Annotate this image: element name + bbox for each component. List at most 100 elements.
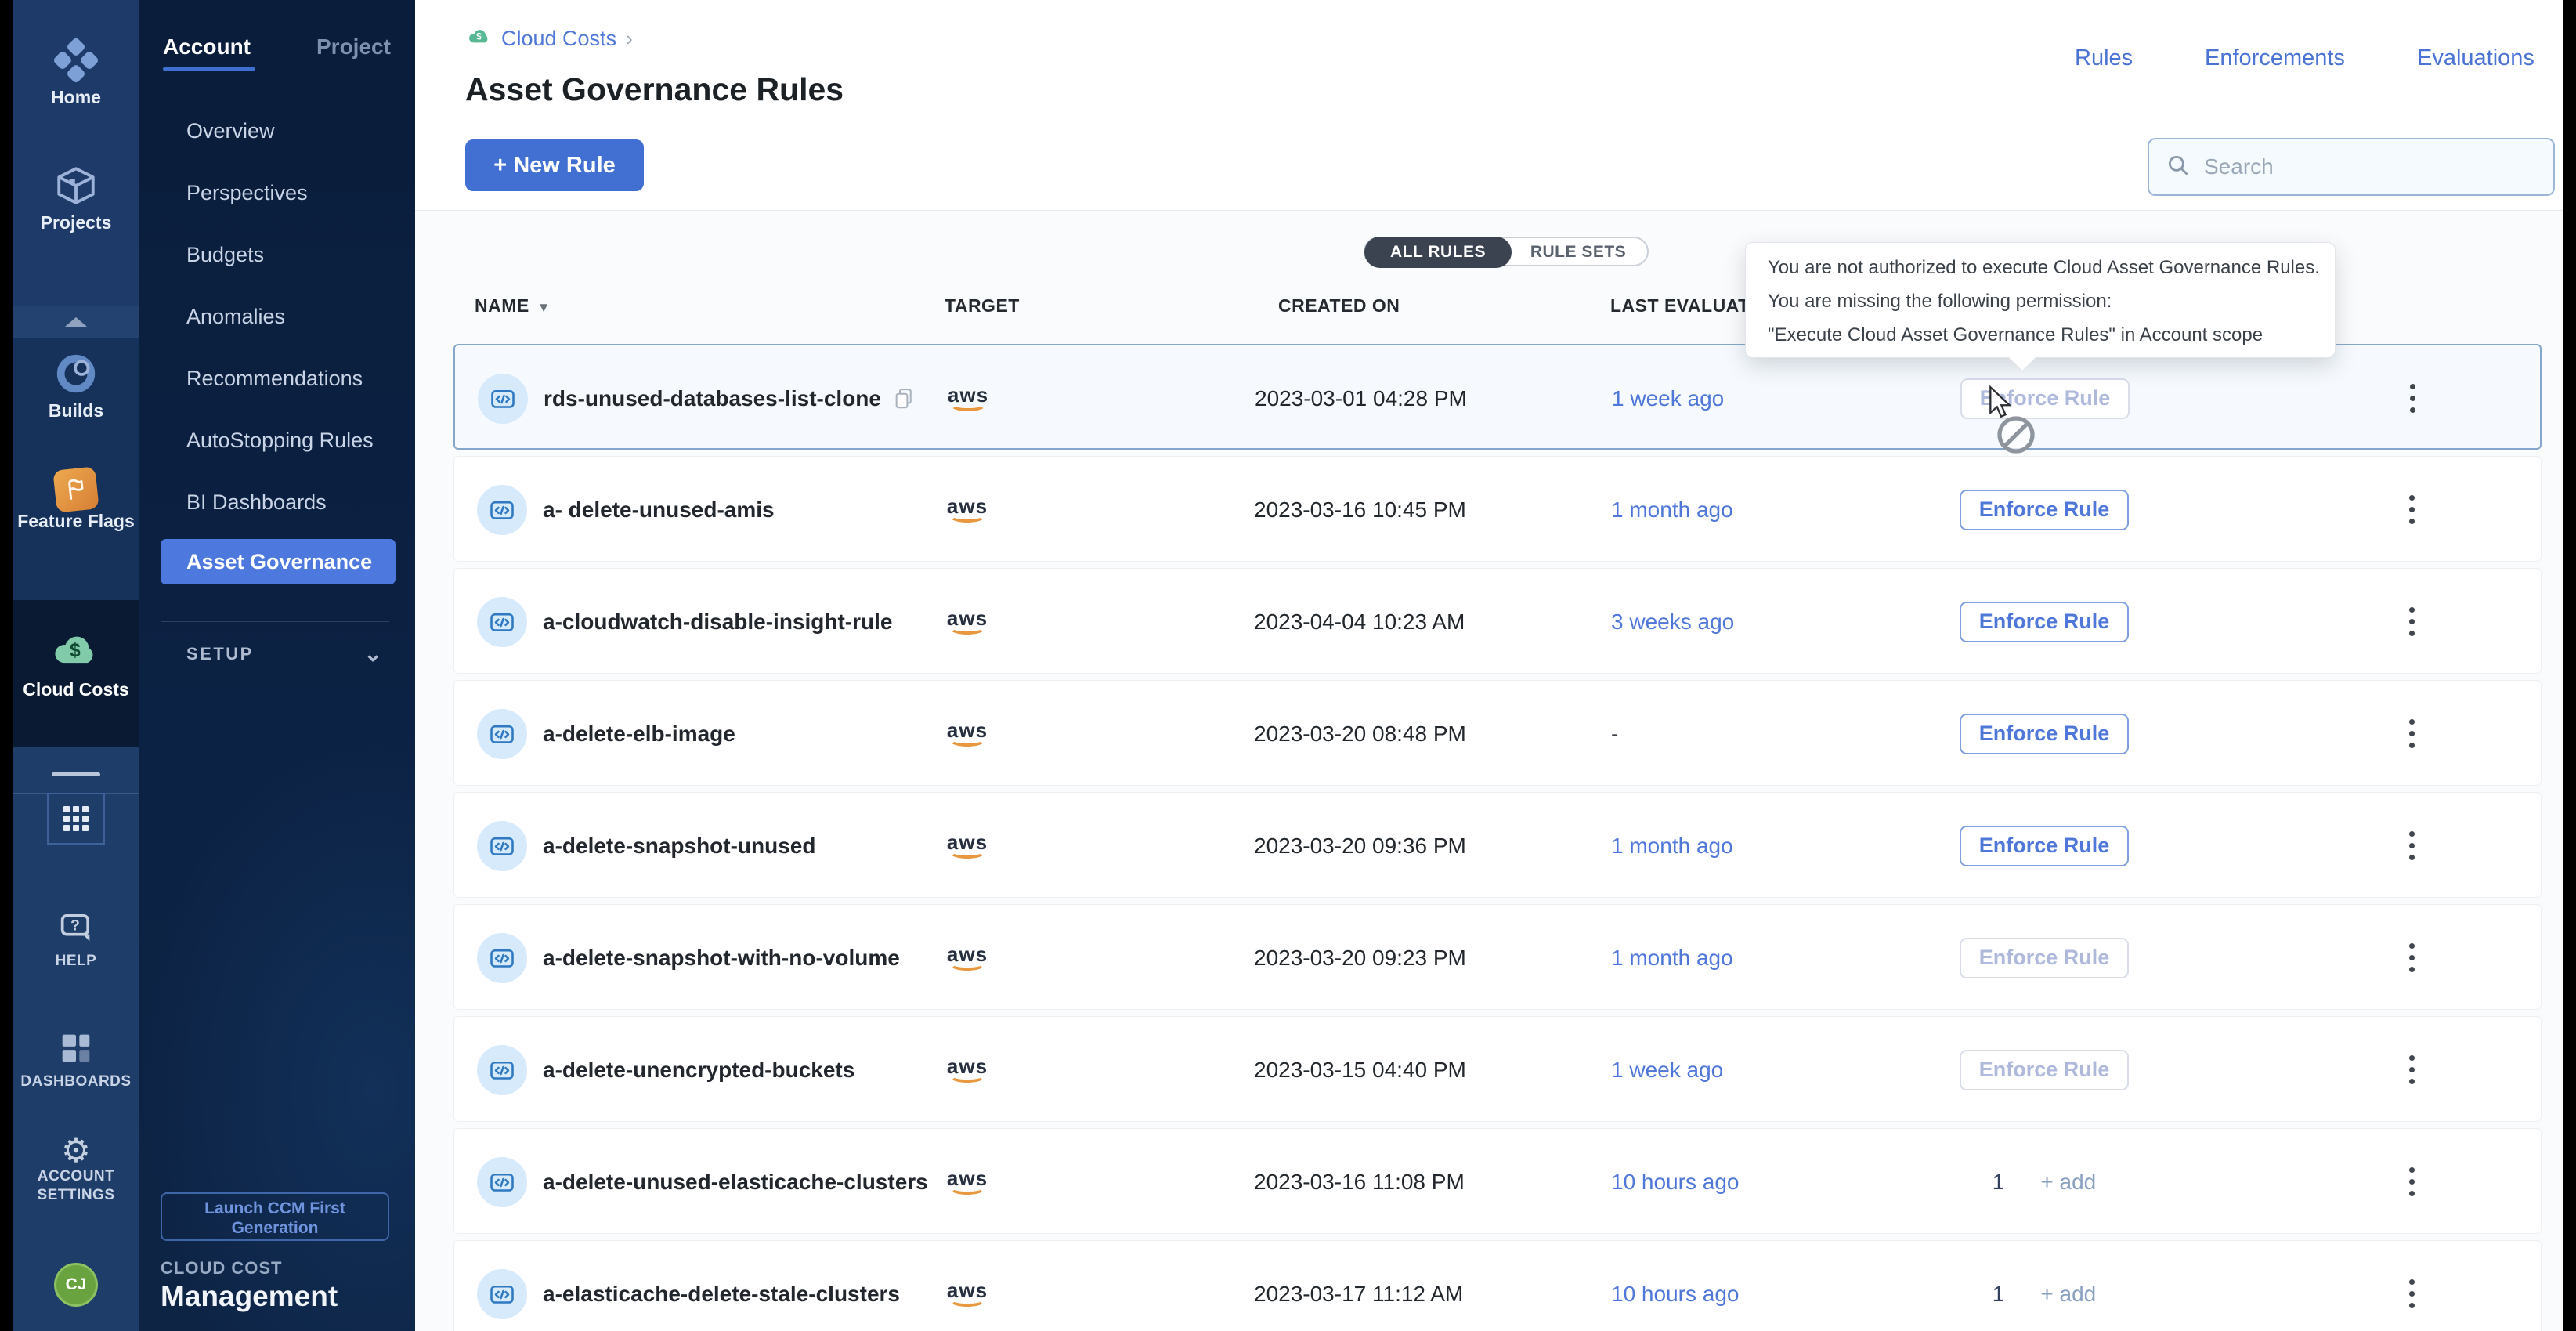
sidebar-item-help[interactable]: ? HELP <box>13 907 139 971</box>
rules-list: rds-unused-databases-list-clone aws 2023… <box>453 344 2542 1331</box>
setup-section-toggle[interactable]: SETUP ⌄ <box>186 644 393 664</box>
rules-view-toggle[interactable]: ALL RULES RULE SETS <box>1364 237 1649 266</box>
rule-name[interactable]: a-delete-elb-image <box>543 722 735 747</box>
governance-rule-icon <box>477 597 527 647</box>
row-menu-kebab[interactable] <box>2396 681 2427 787</box>
rule-icon-cell <box>477 793 527 899</box>
tab-account[interactable]: Account <box>163 34 251 60</box>
cloud-costs-icon: $ <box>467 25 492 52</box>
search-input[interactable] <box>2202 154 2531 180</box>
table-row[interactable]: a- delete-unused-amis aws 2023-03-16 10:… <box>453 456 2542 562</box>
sidebar-item-builds[interactable]: Builds <box>13 351 139 421</box>
rule-last-evaluation-link[interactable]: 1 week ago <box>1612 345 1724 451</box>
launch-ccm-first-gen-button[interactable]: Launch CCM First Generation <box>161 1192 389 1241</box>
table-row[interactable]: a-delete-snapshot-with-no-volume aws 202… <box>453 904 2542 1010</box>
aws-logo-icon: aws <box>948 385 988 411</box>
enforce-rule-button[interactable]: Enforce Rule <box>1960 490 2129 530</box>
sidebar-item-recommendations[interactable]: Recommendations <box>161 356 396 401</box>
enforce-rule-button[interactable]: Enforce Rule <box>1960 826 2129 866</box>
search-box[interactable] <box>2148 138 2555 196</box>
rule-last-evaluation-link[interactable]: 1 month ago <box>1611 793 1733 899</box>
governance-rule-icon <box>477 933 527 983</box>
sidebar-item-cloud-costs[interactable]: $ Cloud Costs <box>13 627 139 700</box>
rule-name[interactable]: a- delete-unused-amis <box>543 497 775 523</box>
sidebar-item-account-settings[interactable]: ⚙ ACCOUNT SETTINGS <box>13 1134 139 1205</box>
column-header-name[interactable]: NAME▼ <box>475 295 551 316</box>
row-menu-kebab[interactable] <box>2396 1129 2427 1235</box>
rule-last-evaluation-link[interactable]: 3 weeks ago <box>1611 569 1734 675</box>
rule-name[interactable]: a-elasticache-delete-stale-clusters <box>543 1282 900 1307</box>
breadcrumb-link[interactable]: Cloud Costs <box>501 27 616 51</box>
table-row[interactable]: a-delete-elb-image aws 2023-03-20 08:48 … <box>453 680 2542 786</box>
table-row[interactable]: a-elasticache-delete-stale-clusters aws … <box>453 1240 2542 1331</box>
svg-text:?: ? <box>70 917 80 934</box>
sidebar-item-asset-governance[interactable]: Asset Governance <box>161 539 396 584</box>
sidebar-item-bi-dashboards[interactable]: BI Dashboards <box>161 479 396 525</box>
new-rule-button[interactable]: + New Rule <box>465 139 644 191</box>
sidebar-item-dashboards[interactable]: DASHBOARDS <box>13 1028 139 1091</box>
row-menu-kebab[interactable] <box>2396 457 2427 562</box>
rule-name[interactable]: a-cloudwatch-disable-insight-rule <box>543 609 892 635</box>
module-rail: Home Projects Builds Feature Flags $ Clo… <box>13 0 139 1331</box>
sidebar-item-home[interactable]: Home <box>13 38 139 108</box>
table-row[interactable]: a-delete-snapshot-unused aws 2023-03-20 … <box>453 792 2542 898</box>
rule-name[interactable]: rds-unused-databases-list-clone <box>544 386 881 411</box>
table-row[interactable]: a-delete-unused-elasticache-clusters aws… <box>453 1128 2542 1234</box>
row-menu-kebab[interactable] <box>2397 345 2428 451</box>
table-row[interactable]: a-cloudwatch-disable-insight-rule aws 20… <box>453 568 2542 674</box>
module-sidebar: Account Project Overview Perspectives Bu… <box>139 0 415 1331</box>
row-menu-kebab[interactable] <box>2396 905 2427 1011</box>
governance-rule-icon <box>477 821 527 871</box>
table-row[interactable]: a-delete-unencrypted-buckets aws 2023-03… <box>453 1016 2542 1122</box>
rule-action-cell: Enforce Rule <box>1911 793 2177 899</box>
rule-last-evaluation-link[interactable]: 1 month ago <box>1611 457 1733 562</box>
breadcrumb[interactable]: $ Cloud Costs › <box>467 25 633 52</box>
rule-name[interactable]: a-delete-unused-elasticache-clusters <box>543 1170 928 1195</box>
row-menu-kebab[interactable] <box>2396 1241 2427 1331</box>
enforce-rule-button[interactable]: Enforce Rule <box>1960 602 2129 642</box>
tab-project[interactable]: Project <box>316 34 391 60</box>
enforce-rule-button[interactable]: Enforce Rule <box>1960 714 2129 754</box>
enforce-rule-button[interactable]: Enforce Rule <box>1960 938 2129 978</box>
row-menu-kebab[interactable] <box>2396 569 2427 675</box>
enforce-rule-button[interactable]: Enforce Rule <box>1960 1050 2129 1090</box>
rule-action-cell: 1 + add <box>1911 1129 2177 1235</box>
rule-last-evaluation-link[interactable]: 10 hours ago <box>1611 1129 1739 1235</box>
aws-logo-icon: aws <box>947 1281 988 1307</box>
sidebar-item-perspectives[interactable]: Perspectives <box>161 170 396 215</box>
rail-collapse-band[interactable] <box>13 306 139 338</box>
rule-name[interactable]: a-delete-snapshot-with-no-volume <box>543 946 900 971</box>
rule-last-evaluation-link[interactable]: 1 week ago <box>1611 1017 1723 1123</box>
toggle-all-rules[interactable]: ALL RULES <box>1364 237 1512 268</box>
nav-link-rules[interactable]: Rules <box>2075 45 2133 71</box>
sidebar-item-budgets[interactable]: Budgets <box>161 232 396 277</box>
rule-target: aws <box>924 681 1010 787</box>
rule-created-on: 2023-03-15 04:40 PM <box>1254 1017 1466 1123</box>
avatar[interactable]: CJ <box>54 1263 98 1307</box>
add-enforcement-link[interactable]: + add <box>2040 1170 2096 1195</box>
sidebar-item-autostopping-rules[interactable]: AutoStopping Rules <box>161 418 396 463</box>
copy-icon[interactable] <box>894 387 914 411</box>
rule-created-on: 2023-03-16 11:08 PM <box>1254 1129 1465 1235</box>
toggle-rule-sets[interactable]: RULE SETS <box>1509 238 1647 266</box>
sidebar-item-anomalies[interactable]: Anomalies <box>161 294 396 339</box>
add-enforcement-link[interactable]: + add <box>2040 1282 2096 1307</box>
row-menu-kebab[interactable] <box>2396 1017 2427 1123</box>
nav-link-evaluations[interactable]: Evaluations <box>2417 45 2534 71</box>
rule-last-evaluation-link[interactable]: 10 hours ago <box>1611 1241 1739 1331</box>
table-row[interactable]: rds-unused-databases-list-clone aws 2023… <box>453 344 2542 450</box>
sidebar-item-projects[interactable]: Projects <box>13 163 139 233</box>
rule-icon-cell <box>477 1241 527 1331</box>
rule-last-evaluation-link[interactable]: - <box>1611 681 1618 787</box>
row-menu-kebab[interactable] <box>2396 793 2427 899</box>
rule-name[interactable]: a-delete-unencrypted-buckets <box>543 1058 854 1083</box>
rail-drag-handle[interactable] <box>52 772 100 776</box>
sidebar-item-feature-flags[interactable]: Feature Flags <box>13 468 139 532</box>
column-header-last-evaluation: LAST EVALUATI <box>1610 295 1755 316</box>
module-picker-button[interactable] <box>47 793 105 845</box>
rule-created-on: 2023-03-16 10:45 PM <box>1254 457 1466 562</box>
rule-last-evaluation-link[interactable]: 1 month ago <box>1611 905 1733 1011</box>
rule-name[interactable]: a-delete-snapshot-unused <box>543 834 815 859</box>
nav-link-enforcements[interactable]: Enforcements <box>2205 45 2345 71</box>
sidebar-item-overview[interactable]: Overview <box>161 108 396 154</box>
